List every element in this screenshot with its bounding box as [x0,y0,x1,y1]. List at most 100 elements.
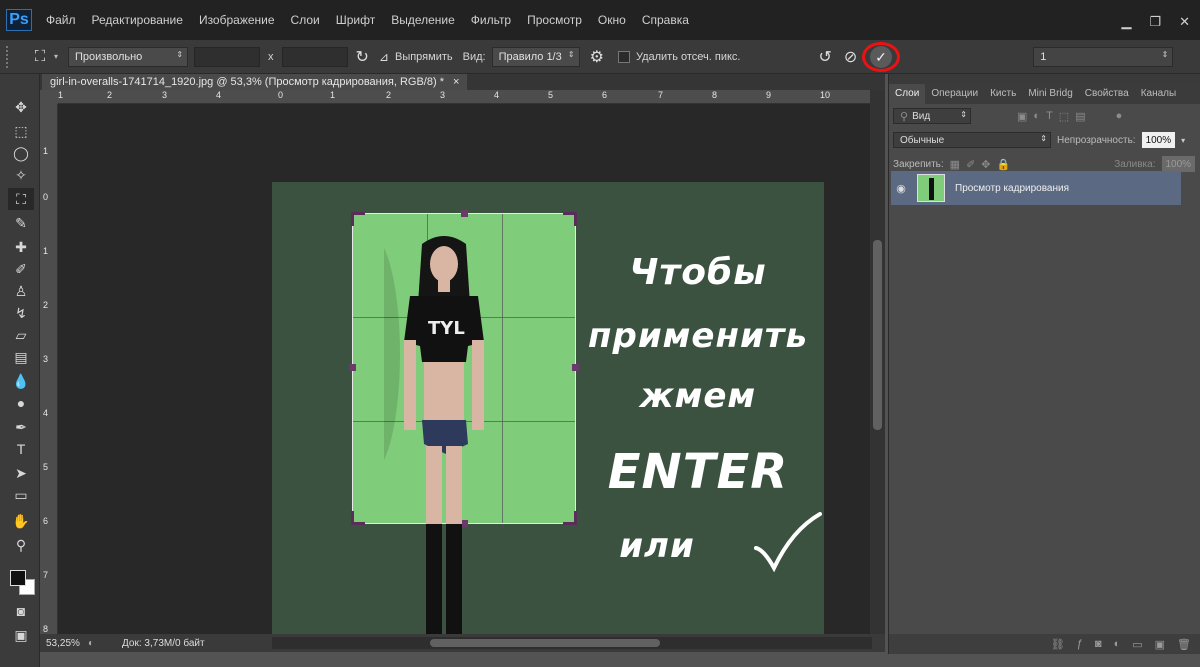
filter-pixel-icon[interactable]: ▣ [1017,110,1027,123]
clone-stamp-icon[interactable]: ♙ [8,280,34,302]
filter-shape-icon[interactable]: ⬚ [1059,110,1069,123]
fill-value[interactable]: 100% [1161,156,1196,172]
lock-position-icon[interactable]: ✥ [981,158,990,171]
new-group-icon[interactable]: ▭ [1132,638,1142,651]
crop-tool-preset-icon[interactable]: ⛶ [28,46,52,68]
history-brush-icon[interactable]: ↯ [8,302,34,324]
menu-view[interactable]: Просмотр [527,13,582,27]
move-tool-icon[interactable]: ✥ [8,96,34,118]
foreground-color[interactable] [10,570,26,586]
crop-edge-handle[interactable] [572,364,579,371]
menu-window[interactable]: Окно [598,13,626,27]
reset-icon[interactable]: ↺ [818,47,831,67]
opacity-value[interactable]: 100% [1141,132,1176,148]
crop-edge-handle[interactable] [349,364,356,371]
vertical-scrollbar[interactable] [870,90,885,634]
menu-layers[interactable]: Слои [291,13,320,27]
marquee-tool-icon[interactable]: ⬚ [8,120,34,142]
menu-file[interactable]: Файл [46,13,76,27]
opacity-arrow-icon[interactable]: ▾ [1181,136,1185,145]
tab-close-icon[interactable]: × [453,76,459,88]
ratio-dropdown[interactable]: Произвольно ⇕ [68,46,189,67]
add-mask-icon[interactable]: ◙ [1095,638,1102,650]
menu-help[interactable]: Справка [642,13,689,27]
tab-mini-bridge[interactable]: Mini Bridg [1022,84,1078,104]
lock-image-icon[interactable]: ✐ [966,158,975,171]
gradient-icon[interactable]: ▤ [8,346,34,368]
cancel-icon[interactable]: ⊘ [844,47,857,67]
menu-image[interactable]: Изображение [199,13,275,27]
straighten-icon[interactable]: ⊿ [379,50,389,64]
horizontal-scrollbar[interactable] [272,637,872,649]
layer-filter-dropdown[interactable]: ⚲ Вид ⇕ [893,108,971,124]
pen-tool-icon[interactable]: ✒ [8,416,34,438]
crop-corner-handle[interactable] [563,511,577,525]
eye-icon[interactable]: ◉ [891,182,911,195]
fx-icon[interactable]: ƒ [1077,638,1083,650]
brush-tool-icon[interactable]: ✐ [8,258,34,280]
commit-button[interactable]: ✓ [870,46,892,68]
blur-tool-icon[interactable]: 💧 [8,370,34,392]
tab-brush[interactable]: Кисть [984,84,1022,104]
height-field[interactable] [281,46,348,67]
minimize-icon[interactable]: ▁ [1121,14,1131,30]
document-image[interactable]: TYL Чтобы применить жмем ENTER или [272,182,824,634]
preset-arrow-icon[interactable]: ▾ [54,52,58,61]
crop-corner-handle[interactable] [563,212,577,226]
tab-channels[interactable]: Каналы [1135,84,1183,104]
status-info-icon[interactable]: ◐ [88,638,94,649]
menu-filter[interactable]: Фильтр [471,13,511,27]
dodge-tool-icon[interactable]: ● [8,392,34,414]
restore-icon[interactable]: ❐ [1149,14,1161,30]
crop-corner-handle[interactable] [351,212,365,226]
color-swatches[interactable] [10,570,36,596]
filter-adjust-icon[interactable]: ◐ [1033,110,1040,122]
delete-pixels-checkbox[interactable] [617,50,630,63]
swap-dimensions-icon[interactable]: ↻ [356,47,369,67]
filter-smart-icon[interactable]: ▤ [1075,110,1085,123]
vertical-scroll-thumb[interactable] [873,240,882,430]
new-layer-icon[interactable]: ▣ [1155,638,1165,651]
right-options-dropdown[interactable]: 1 ⇕ [1033,46,1174,67]
menu-edit[interactable]: Редактирование [92,13,183,27]
trash-icon[interactable]: 🗑 [1177,638,1191,651]
horizontal-scroll-thumb[interactable] [430,639,660,647]
filter-type-icon[interactable]: T [1046,110,1053,122]
type-tool-icon[interactable]: T [8,438,34,460]
hand-tool-icon[interactable]: ✋ [8,510,34,532]
eyedropper-icon[interactable]: ✎ [8,212,34,234]
screen-mode-icon[interactable]: ▣ [8,624,34,646]
close-icon[interactable]: ✕ [1179,14,1190,30]
layer-row[interactable]: ◉ Просмотр кадрирования [891,171,1181,205]
crop-corner-handle[interactable] [351,511,365,525]
shape-tool-icon[interactable]: ▭ [8,484,34,506]
menu-select[interactable]: Выделение [391,13,455,27]
path-selection-icon[interactable]: ➤ [8,462,34,484]
adjustment-layer-icon[interactable]: ◐ [1114,638,1121,650]
lock-all-icon[interactable]: 🔒 [997,158,1011,171]
tab-layers[interactable]: Слои [889,84,926,104]
straighten-button[interactable]: Выпрямить [395,51,453,63]
quick-mask-icon[interactable]: ◙ [8,600,34,622]
layer-name[interactable]: Просмотр кадрирования [955,183,1069,194]
canvas-area[interactable]: TYL Чтобы применить жмем ENTER или [58,104,870,634]
document-tab[interactable]: girl-in-overalls-1741714_1920.jpg @ 53,3… [42,74,468,90]
blend-mode-dropdown[interactable]: Обычные ⇕ [893,132,1051,148]
crop-edge-handle[interactable] [461,210,468,217]
healing-brush-icon[interactable]: ✚ [8,236,34,258]
link-layers-icon[interactable]: ⛓ [1051,638,1065,651]
lasso-tool-icon[interactable]: ◯ [8,142,34,164]
menu-type[interactable]: Шрифт [336,13,375,27]
tab-actions[interactable]: Операции [925,84,984,104]
zoom-level[interactable]: 53,25% [46,638,86,649]
zoom-tool-icon[interactable]: ⚲ [8,534,34,556]
eraser-icon[interactable]: ▱ [8,324,34,346]
gear-icon[interactable]: ⚙ [590,47,604,67]
magic-wand-icon[interactable]: ✧ [8,164,34,186]
crop-tool-icon[interactable]: ⛶ [8,188,34,210]
width-field[interactable] [194,46,261,67]
tab-properties[interactable]: Свойства [1079,84,1135,104]
lock-transparent-icon[interactable]: ▦ [950,158,960,171]
overlay-view-dropdown[interactable]: Правило 1/3 ⇕ [491,46,580,67]
panel-collapse-bar[interactable] [889,74,1200,84]
